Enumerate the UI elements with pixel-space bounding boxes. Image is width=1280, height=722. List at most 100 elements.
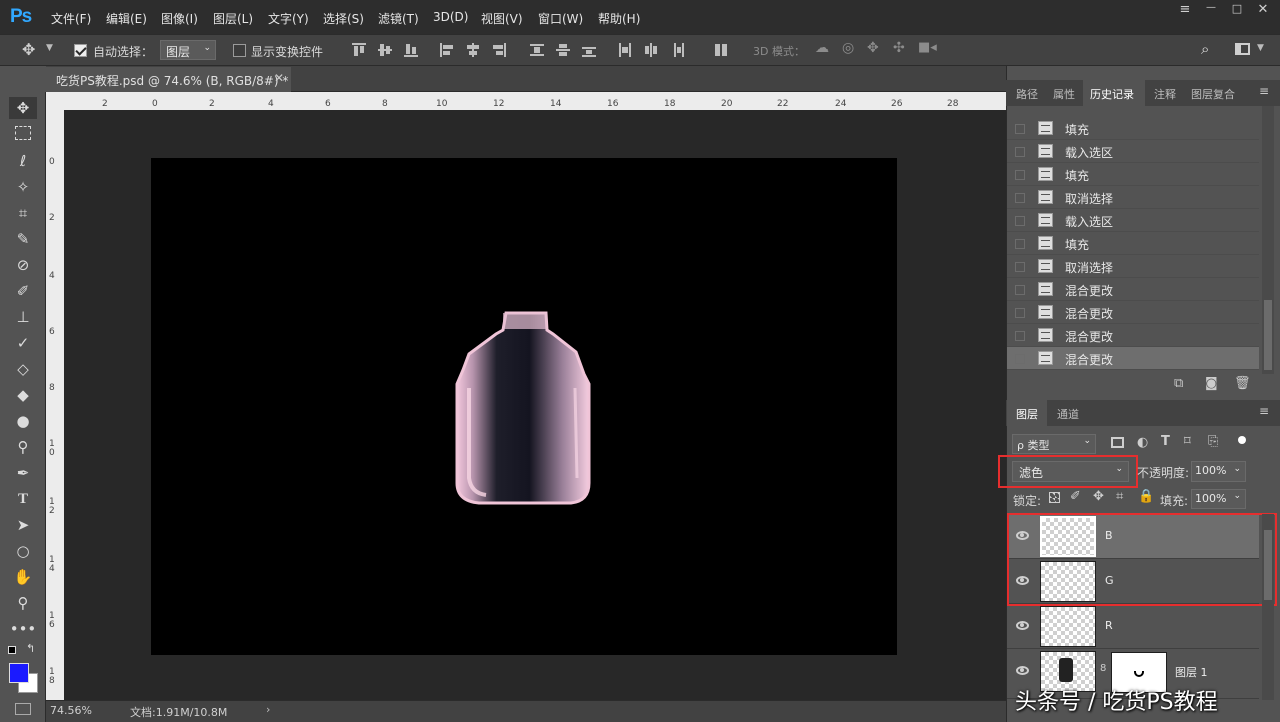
document-info[interactable]: 文档:1.91M/10.8M xyxy=(130,704,227,720)
filter-adjustment-layer-icon[interactable]: ◐ xyxy=(1137,435,1148,450)
menu-select[interactable]: 选择(S) xyxy=(323,10,364,27)
history-item-selected[interactable]: 混合更改 xyxy=(1007,347,1259,370)
workspace-icon[interactable] xyxy=(1235,43,1250,55)
layers-scrollbar-thumb[interactable] xyxy=(1264,530,1272,600)
document-tab[interactable]: 吃货PS教程.psd @ 74.6% (B, RGB/8#) * ✕ xyxy=(46,67,291,92)
distribute-top-icon[interactable] xyxy=(530,43,544,57)
distribute-vcenter-icon[interactable] xyxy=(556,43,570,57)
search-icon[interactable]: ⌕ xyxy=(1201,40,1209,58)
menu-window[interactable]: 窗口(W) xyxy=(538,10,583,27)
layer-row-r[interactable]: R xyxy=(1007,604,1259,649)
history-brush-source-checkbox[interactable] xyxy=(1015,193,1025,203)
history-brush-source-checkbox[interactable] xyxy=(1015,124,1025,134)
minimize-button[interactable]: — xyxy=(1198,2,1224,22)
auto-select-dropdown[interactable]: 图层 ⌄ xyxy=(160,40,216,60)
distribute-right-icon[interactable] xyxy=(670,43,684,57)
move-tool-icon[interactable]: ✥ xyxy=(8,97,38,119)
swap-colors-icon[interactable]: ↰ xyxy=(26,642,35,655)
distribute-left-icon[interactable] xyxy=(618,43,632,57)
menu-help[interactable]: 帮助(H) xyxy=(598,10,640,27)
paint-bucket-tool-icon[interactable]: ◆ xyxy=(8,384,38,406)
tab-layers[interactable]: 图层 xyxy=(1016,406,1038,422)
eraser-tool-icon[interactable]: ◇ xyxy=(8,358,38,380)
mask-link-icon[interactable]: 8 xyxy=(1100,663,1106,674)
close-button[interactable]: ✕ xyxy=(1250,2,1276,22)
trash-icon[interactable]: 🗑 xyxy=(1234,376,1251,391)
vertical-ruler[interactable] xyxy=(46,92,64,700)
layer-thumbnail[interactable] xyxy=(1040,606,1096,647)
menu-edit[interactable]: 编辑(E) xyxy=(106,10,147,27)
history-brush-source-checkbox[interactable] xyxy=(1015,331,1025,341)
quick-mask-icon[interactable] xyxy=(15,703,31,715)
align-vcenter-icon[interactable] xyxy=(378,43,392,57)
hand-tool-icon[interactable]: ✋ xyxy=(8,566,38,588)
layer-name[interactable]: R xyxy=(1105,619,1113,632)
align-hcenter-icon[interactable] xyxy=(466,43,480,57)
workspace-menu-icon[interactable]: ≡ xyxy=(1172,2,1198,22)
type-tool-icon[interactable]: T xyxy=(8,488,38,510)
align-top-icon[interactable] xyxy=(352,43,366,57)
menu-file[interactable]: 文件(F) xyxy=(51,10,91,27)
more-tools-icon[interactable]: ••• xyxy=(8,618,38,640)
blur-tool-icon[interactable]: ● xyxy=(8,410,38,432)
history-item[interactable]: 填充 xyxy=(1007,117,1259,140)
tab-history[interactable]: 历史记录 xyxy=(1090,86,1134,102)
3d-slide-icon[interactable]: ✣ xyxy=(893,40,905,56)
history-brush-source-checkbox[interactable] xyxy=(1015,285,1025,295)
tab-properties[interactable]: 属性 xyxy=(1053,86,1075,102)
panel-menu-icon[interactable]: ≡ xyxy=(1259,84,1269,98)
panel-menu-icon[interactable]: ≡ xyxy=(1259,404,1269,418)
close-tab-icon[interactable]: ✕ xyxy=(274,71,284,85)
visibility-eye-icon[interactable] xyxy=(1016,666,1029,675)
show-transform-checkbox[interactable] xyxy=(233,44,246,57)
filter-type-layer-icon[interactable]: T xyxy=(1161,434,1170,449)
history-item[interactable]: 混合更改 xyxy=(1007,278,1259,301)
filter-smart-object-icon[interactable]: ⎘ xyxy=(1208,434,1218,449)
history-brush-source-checkbox[interactable] xyxy=(1015,147,1025,157)
layer-name[interactable]: 图层 1 xyxy=(1175,664,1208,680)
menu-image[interactable]: 图像(I) xyxy=(161,10,198,27)
history-item[interactable]: 混合更改 xyxy=(1007,301,1259,324)
maximize-button[interactable]: □ xyxy=(1224,2,1250,22)
filter-toggle-icon[interactable] xyxy=(1238,436,1246,444)
blend-mode-dropdown[interactable]: 滤色 ⌄ xyxy=(1012,461,1129,482)
3d-rotate-icon[interactable]: ☁ xyxy=(815,40,829,56)
move-tool-icon[interactable]: ✥ xyxy=(22,40,35,59)
menu-type[interactable]: 文字(Y) xyxy=(268,10,309,27)
opacity-field[interactable]: 100% ⌄ xyxy=(1191,461,1246,482)
eyedropper-tool-icon[interactable]: ✎ xyxy=(8,228,38,250)
lock-image-pixels-icon[interactable]: ✐ xyxy=(1070,489,1081,504)
3d-roll-icon[interactable]: ◎ xyxy=(842,40,854,56)
distribute-bottom-icon[interactable] xyxy=(582,43,596,57)
zoom-level[interactable]: 74.56% xyxy=(50,704,92,717)
3d-scale-icon[interactable]: ■◂ xyxy=(918,40,937,55)
menu-filter[interactable]: 滤镜(T) xyxy=(378,10,419,27)
camera-snapshot-icon[interactable]: ◙ xyxy=(1205,376,1218,391)
menu-3d[interactable]: 3D(D) xyxy=(433,10,468,24)
history-brush-source-checkbox[interactable] xyxy=(1015,308,1025,318)
visibility-eye-icon[interactable] xyxy=(1016,621,1029,630)
lock-transparent-pixels-icon[interactable] xyxy=(1049,492,1060,503)
history-item[interactable]: 填充 xyxy=(1007,232,1259,255)
brush-tool-icon[interactable]: ✐ xyxy=(8,280,38,302)
menu-view[interactable]: 视图(V) xyxy=(481,10,523,27)
history-brush-source-checkbox[interactable] xyxy=(1015,216,1025,226)
magic-wand-tool-icon[interactable]: ✧ xyxy=(8,176,38,198)
align-bottom-icon[interactable] xyxy=(404,43,418,57)
align-right-icon[interactable] xyxy=(492,43,506,57)
menu-layer[interactable]: 图层(L) xyxy=(213,10,253,27)
chevron-right-icon[interactable]: › xyxy=(266,703,270,716)
tab-notes[interactable]: 注释 xyxy=(1154,86,1176,102)
history-brush-source-checkbox[interactable] xyxy=(1015,239,1025,249)
history-brush-tool-icon[interactable]: ✓ xyxy=(8,332,38,354)
history-item[interactable]: 填充 xyxy=(1007,163,1259,186)
default-colors-icon[interactable] xyxy=(8,646,16,654)
filter-shape-layer-icon[interactable]: ⌑ xyxy=(1184,434,1191,449)
history-brush-source-checkbox[interactable] xyxy=(1015,170,1025,180)
document-canvas[interactable] xyxy=(151,158,897,655)
chevron-down-icon[interactable]: ▼ xyxy=(46,43,53,53)
history-item[interactable]: 取消选择 xyxy=(1007,186,1259,209)
pen-tool-icon[interactable]: ✒ xyxy=(8,462,38,484)
fill-field[interactable]: 100% ⌄ xyxy=(1191,489,1246,509)
crop-tool-icon[interactable]: ⌗ xyxy=(8,202,38,224)
